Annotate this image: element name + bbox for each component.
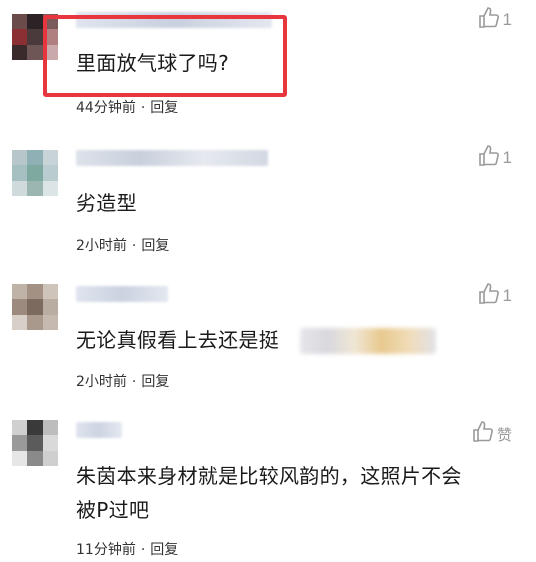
like-label: 赞 (496, 426, 512, 444)
thumbs-up-icon (471, 420, 495, 448)
redacted-text-blur (300, 328, 436, 354)
comment-meta: 44分钟前 · 回复 (76, 100, 179, 116)
like-button[interactable]: 1 (477, 282, 512, 310)
comment-meta: 2小时前 · 回复 (76, 238, 170, 254)
thumbs-up-icon (477, 144, 501, 172)
reply-link[interactable]: 回复 (150, 542, 178, 558)
comment-text-line: 被P过吧 (76, 498, 150, 522)
reply-link[interactable]: 回复 (150, 100, 178, 116)
comment-text: 无论真假看上去还是挺 (76, 328, 279, 352)
comment-meta: 11分钟前 · 回复 (76, 542, 179, 558)
thumbs-up-icon (477, 282, 501, 310)
like-button[interactable]: 1 (477, 144, 512, 172)
reply-link[interactable]: 回复 (141, 374, 169, 390)
comment-text-line: 朱茵本来身材就是比较风韵的，这照片不会 (76, 464, 462, 488)
comment-time: 2小时前 (76, 238, 127, 254)
username-blurred (76, 422, 122, 438)
thumbs-up-icon (477, 6, 501, 34)
comment-meta: 2小时前 · 回复 (76, 374, 170, 390)
like-count: 1 (502, 148, 512, 167)
avatar[interactable] (12, 284, 58, 330)
like-count: 1 (502, 10, 512, 29)
comment-time: 44分钟前 (76, 100, 136, 116)
username-blurred (76, 286, 168, 302)
comment-text: 劣造型 (76, 191, 137, 215)
like-count: 1 (502, 286, 512, 305)
comment-time: 2小时前 (76, 374, 127, 390)
comment-time: 11分钟前 (76, 542, 136, 558)
like-button[interactable]: 赞 (471, 420, 512, 448)
avatar[interactable] (12, 150, 58, 196)
avatar[interactable] (12, 420, 58, 466)
reply-link[interactable]: 回复 (141, 238, 169, 254)
comment-item: 1 里面放气球了吗? 44分钟前 · 回复 (0, 0, 536, 118)
highlight-annotation-box (43, 15, 287, 97)
like-button[interactable]: 1 (477, 6, 512, 34)
username-blurred (76, 150, 268, 166)
